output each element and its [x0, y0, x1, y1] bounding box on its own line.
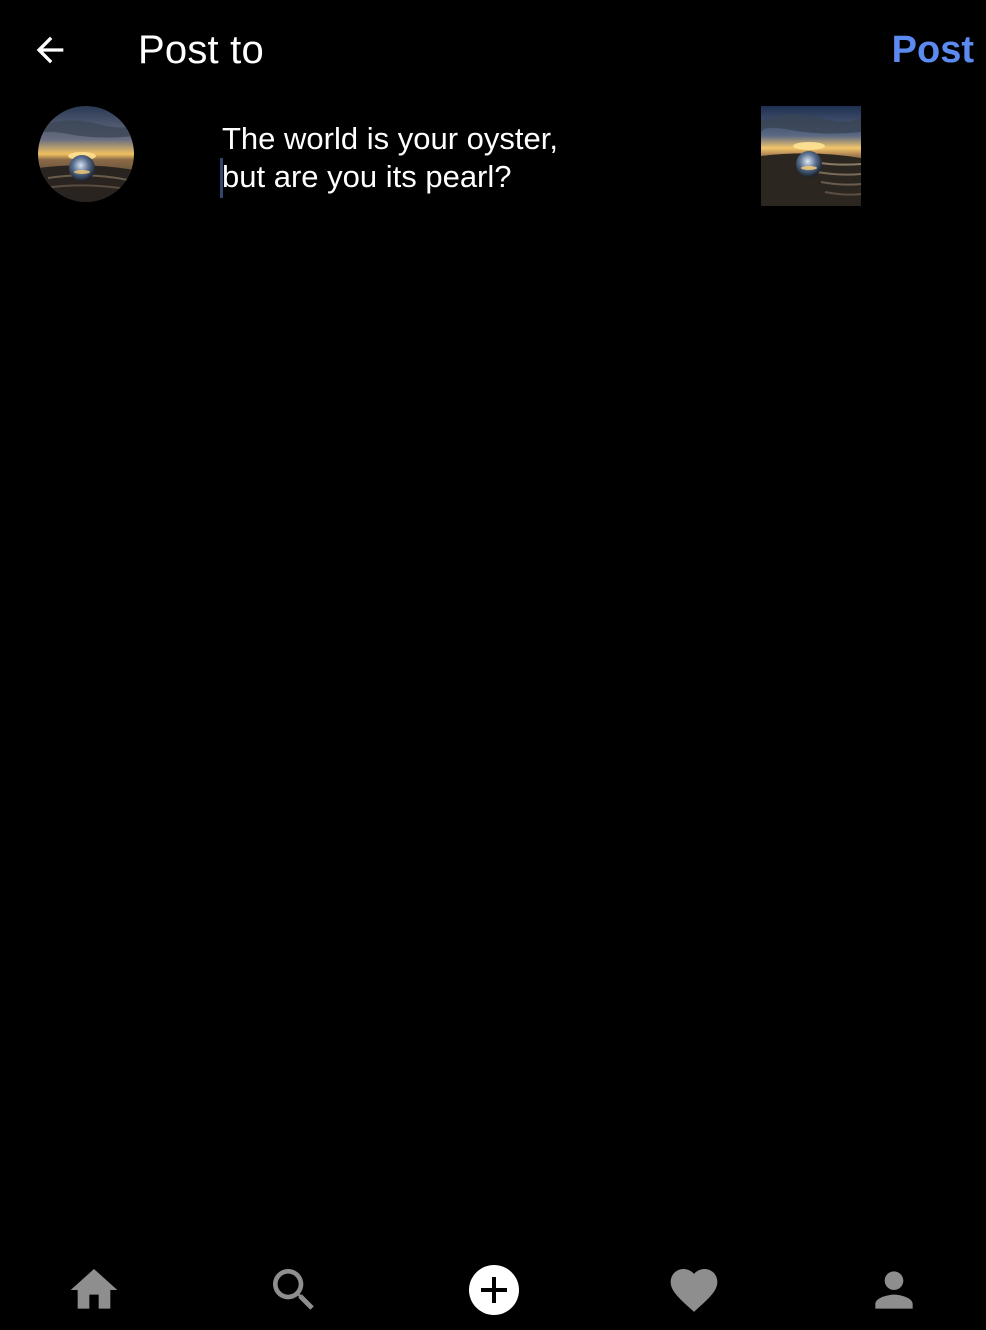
- nav-home[interactable]: [64, 1262, 124, 1318]
- compose-row: The world is your oyster, but are you it…: [0, 100, 986, 212]
- back-button[interactable]: [22, 24, 78, 76]
- sunset-crystal-ball-avatar: [38, 106, 134, 202]
- bottom-navigation: [0, 1250, 986, 1330]
- search-icon: [273, 1269, 314, 1310]
- top-app-bar: Post to Post: [0, 0, 986, 100]
- nav-add-post[interactable]: [464, 1262, 524, 1318]
- page-title: Post to: [138, 28, 264, 72]
- caption-line: but are you its pearl?: [222, 159, 512, 194]
- home-icon: [70, 1269, 118, 1309]
- add-post-icon: [469, 1265, 519, 1315]
- heart-icon: [670, 1269, 718, 1312]
- nav-activity[interactable]: [664, 1262, 724, 1318]
- sunset-crystal-ball-photo: [761, 106, 861, 206]
- caption-input[interactable]: The world is your oyster, but are you it…: [220, 120, 722, 200]
- post-button[interactable]: Post: [892, 26, 974, 74]
- arrow-left-icon: [36, 36, 64, 64]
- selected-photo-thumbnail[interactable]: [761, 106, 861, 206]
- profile-icon: [875, 1271, 913, 1309]
- text-caret: [220, 158, 223, 198]
- post-to-screen: Post to Post The world is your oyster, b…: [0, 0, 986, 1330]
- nav-search[interactable]: [264, 1262, 324, 1318]
- nav-profile[interactable]: [864, 1262, 924, 1318]
- caption-line: The world is your oyster,: [222, 121, 558, 156]
- avatar: [38, 106, 134, 202]
